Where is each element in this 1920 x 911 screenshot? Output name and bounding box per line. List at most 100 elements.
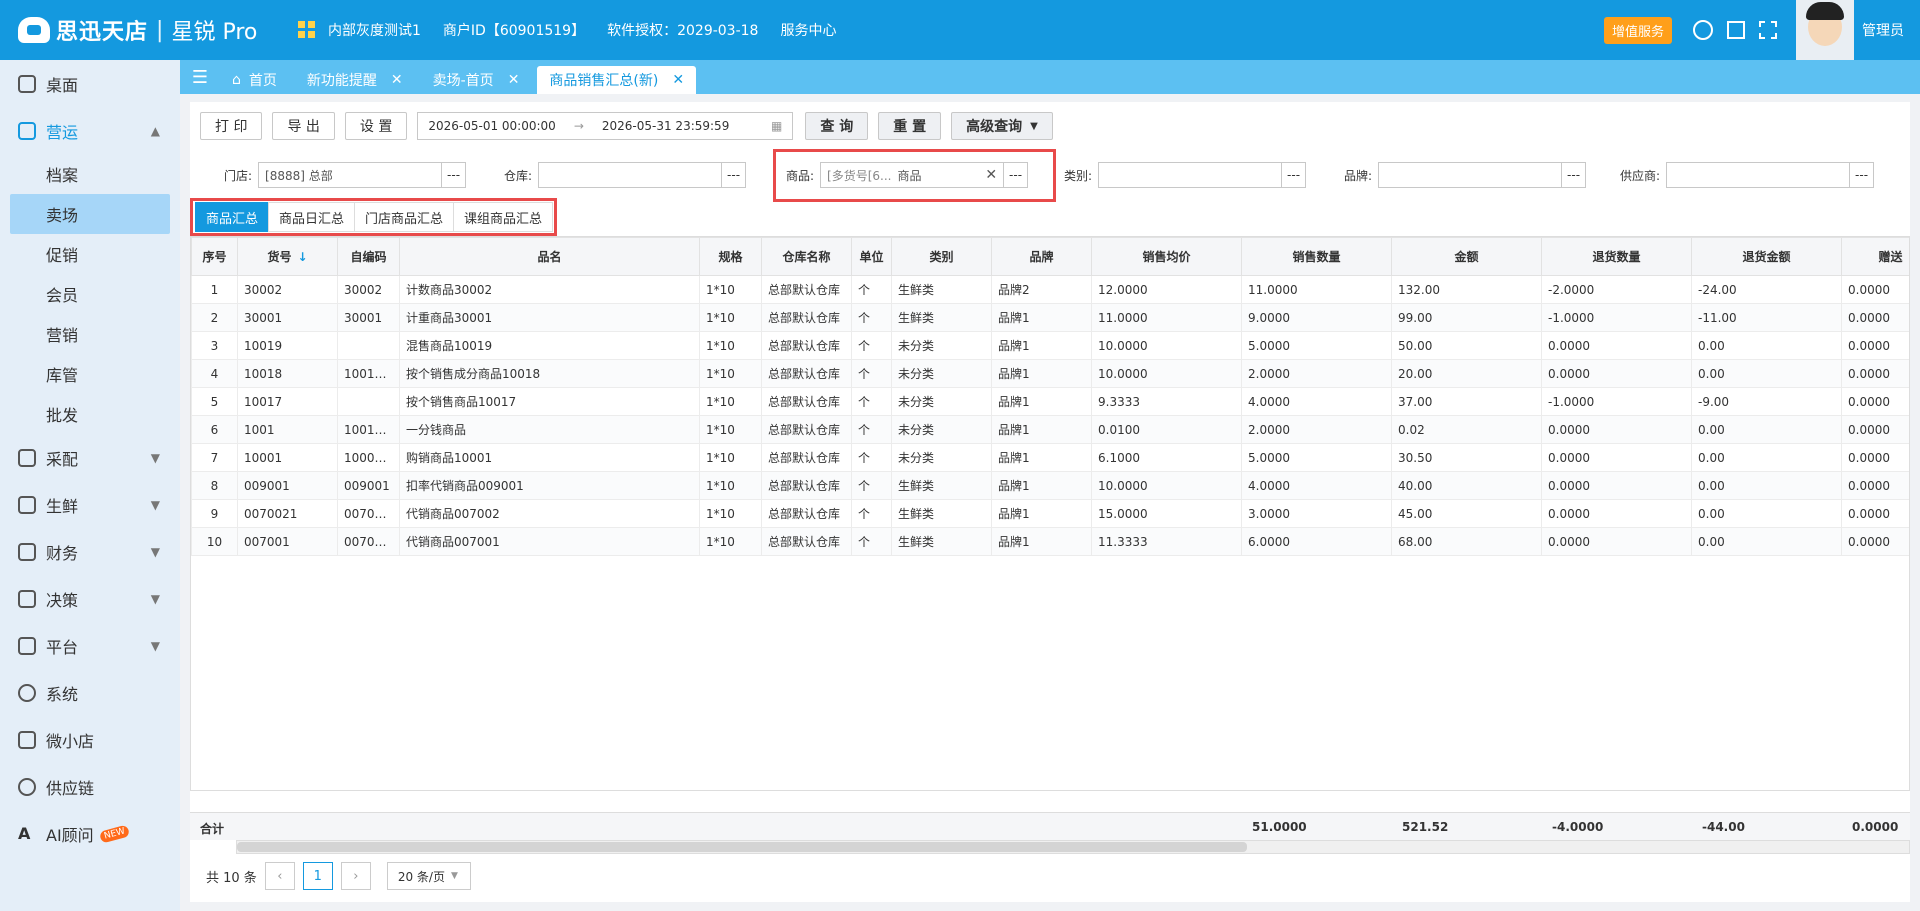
sidebar-item-ai-advisor[interactable]: A AI顾问 NEW — [0, 810, 180, 857]
sidebar-subitem-archive[interactable]: 档案 — [0, 154, 180, 194]
table-row[interactable]: 4 10018 10018… 按个销售成分商品10018 1*10 总部默认仓库个未分类品… — [191, 359, 1909, 388]
sort-arrow-icon[interactable]: ↓ — [297, 250, 307, 264]
service-center-link[interactable]: 服务中心 — [780, 20, 836, 40]
goods-filter-highlight — [773, 149, 1056, 202]
table-row[interactable]: 5 10017 按个销售商品10017 1*10 总部默认仓库个未分类 品牌1 9.3333… — [191, 387, 1909, 416]
category-input[interactable] — [1098, 162, 1283, 188]
table-cell: 0.00 — [1691, 527, 1842, 556]
sidebar-item-desktop[interactable]: 桌面 — [0, 60, 180, 107]
scrollbar-thumb[interactable] — [237, 842, 1247, 852]
tab-store-home[interactable]: 卖场-首页 ✕ — [421, 66, 532, 94]
table-cell: 未分类 — [891, 359, 992, 388]
tab-sales-summary[interactable]: 商品销售汇总(新) ✕ — [537, 66, 697, 94]
sidebar-item-fresh[interactable]: 生鲜 ▼ — [0, 481, 180, 528]
layout-icon[interactable] — [1727, 21, 1745, 39]
next-page-button[interactable]: › — [340, 862, 371, 890]
table-cell: 0.00 — [1691, 471, 1842, 500]
tab-goods-summary[interactable]: 商品汇总 — [195, 202, 270, 232]
chevron-down-icon: ▼ — [150, 497, 160, 512]
tab-group-goods-summary[interactable]: 课组商品汇总 — [453, 202, 554, 232]
sidebar-item-decision[interactable]: 决策 ▼ — [0, 575, 180, 622]
sidebar-item-finance[interactable]: 财务 ▼ — [0, 528, 180, 575]
page-button[interactable]: 1 — [302, 862, 333, 890]
brand-input[interactable] — [1378, 162, 1563, 188]
table-cell: 个 — [851, 471, 892, 500]
table-cell: 0070011 — [337, 527, 400, 556]
tab-store-goods-summary[interactable]: 门店商品汇总 — [354, 202, 455, 232]
close-icon[interactable]: ✕ — [391, 72, 403, 88]
table-row[interactable]: 9 0070021 0070022 代销商品007002 1*10 总部默认仓库个生鲜类品… — [191, 499, 1909, 528]
apps-grid-icon[interactable] — [298, 21, 316, 39]
col-header: 金额 — [1391, 237, 1542, 276]
table-row[interactable]: 6 1001 1001001 一分钱商品 1*10 总部默认仓库个未分类 品牌1 0.0100… — [191, 415, 1909, 444]
sidebar-item-purchase[interactable]: 采配 ▼ — [0, 434, 180, 481]
table-row[interactable]: 2 30001 30001 计重商品30001 1*10 总部默认仓库个生鲜类 品牌1 11.… — [191, 303, 1909, 332]
tab-home[interactable]: ⌂ 首页 — [220, 66, 289, 94]
close-icon[interactable]: ✕ — [672, 72, 684, 88]
category-more-button[interactable]: --- — [1282, 162, 1307, 188]
advanced-query-button[interactable]: 高级查询 ▼ — [951, 112, 1053, 140]
supplier-input[interactable] — [1666, 162, 1851, 188]
sidebar-subitem-store[interactable]: 卖场 — [10, 194, 170, 234]
total-label: 合计 — [200, 822, 225, 836]
table-cell: 个 — [851, 359, 892, 388]
table-cell: 品牌1 — [991, 415, 1092, 444]
settings-button[interactable]: 设 置 — [344, 112, 408, 140]
page-size-select[interactable]: 20 条/页 ▼ — [386, 862, 471, 890]
sidebar-subitem-member[interactable]: 会员 — [0, 274, 180, 314]
sidebar-item-mini-store[interactable]: 微小店 — [0, 716, 180, 763]
desktop-icon — [18, 74, 36, 93]
table-row[interactable]: 8 009001 009001 扣率代销商品009001 1*10 总部默认仓库个生鲜类品… — [191, 471, 1909, 500]
supplier-more-button[interactable]: --- — [1850, 162, 1875, 188]
table-row[interactable]: 3 10019 混售商品10019 1*10 总部默认仓库个未分类 品牌1 10.0000 5… — [191, 331, 1909, 360]
value-added-service-button[interactable]: 增值服务 — [1603, 16, 1672, 44]
col-header: 品名 — [399, 237, 700, 276]
close-icon[interactable]: ✕ — [508, 72, 520, 88]
company-name: 内部灰度测试1 — [328, 23, 421, 39]
table-cell: 30001 — [337, 303, 400, 332]
sidebar-item-supply-chain[interactable]: 供应链 — [0, 763, 180, 810]
sidebar-item-system[interactable]: 系统 — [0, 669, 180, 716]
tab-new-features[interactable]: 新功能提醒 ✕ — [295, 66, 415, 94]
reset-button[interactable]: 重 置 — [878, 112, 942, 140]
avatar[interactable] — [1796, 0, 1854, 60]
sidebar-item-operations[interactable]: 营运 ▲ — [0, 107, 180, 154]
table-cell: 4.0000 — [1241, 471, 1392, 500]
table-cell: 1*10 — [699, 303, 762, 332]
fullscreen-icon[interactable] — [1759, 21, 1777, 39]
export-button[interactable]: 导 出 — [272, 112, 335, 140]
table-cell: 0.0000 — [1841, 527, 1909, 556]
table-row[interactable]: 1 30002 30002 计数商品30002 1*10 总部默认仓库个生鲜类 品牌2 12.… — [191, 275, 1909, 304]
warehouse-input[interactable] — [538, 162, 723, 188]
sidebar-subitem-inventory[interactable]: 库管 — [0, 354, 180, 394]
table-cell: 0.0000 — [1541, 443, 1692, 472]
store-more-button[interactable]: --- — [442, 162, 467, 188]
logo[interactable]: 思迅 天店 | 星锐 Pro — [18, 14, 257, 46]
query-button[interactable]: 查 询 — [805, 112, 869, 140]
col-header-sortable[interactable]: 货号 ↓ — [237, 237, 338, 276]
horizontal-scrollbar[interactable] — [236, 840, 1910, 854]
search-icon[interactable] — [1693, 20, 1713, 40]
table-row[interactable]: 7 10001 10001… 购销商品10001 1*10 总部默认仓库个未分类 品牌1 6.… — [191, 443, 1909, 472]
user-menu[interactable]: 管理员 — [1862, 20, 1904, 40]
sidebar-subitem-marketing[interactable]: 营销 — [0, 314, 180, 354]
table-cell: 生鲜类 — [891, 499, 992, 528]
table-cell: -11.00 — [1691, 303, 1842, 332]
date-range-picker[interactable]: 2026-05-01 00:00:00 → 2026-05-31 23:59:5… — [417, 112, 794, 140]
warehouse-more-button[interactable]: --- — [722, 162, 747, 188]
table-cell: 99.00 — [1391, 303, 1542, 332]
sidebar-item-platform[interactable]: 平台 ▼ — [0, 622, 180, 669]
store-input[interactable]: [8888] 总部 — [258, 162, 443, 188]
table-cell: 总部默认仓库 — [761, 415, 852, 444]
brand-more-button[interactable]: --- — [1562, 162, 1587, 188]
print-button[interactable]: 打 印 — [200, 112, 263, 140]
sidebar-subitem-wholesale[interactable]: 批发 — [0, 394, 180, 434]
table-cell: 007001 — [237, 527, 338, 556]
menu-toggle-icon[interactable]: ☰ — [180, 60, 220, 94]
table-row[interactable]: 10 007001 0070011 代销商品007001 1*10 总部默认仓库个生鲜类品… — [191, 527, 1909, 556]
arrow-right-icon: → — [573, 119, 584, 133]
sidebar-subitem-promotion[interactable]: 促销 — [0, 234, 180, 274]
tab-goods-daily-summary[interactable]: 商品日汇总 — [268, 202, 356, 232]
prev-page-button[interactable]: ‹ — [264, 862, 295, 890]
table-cell: 0.0000 — [1841, 303, 1909, 332]
